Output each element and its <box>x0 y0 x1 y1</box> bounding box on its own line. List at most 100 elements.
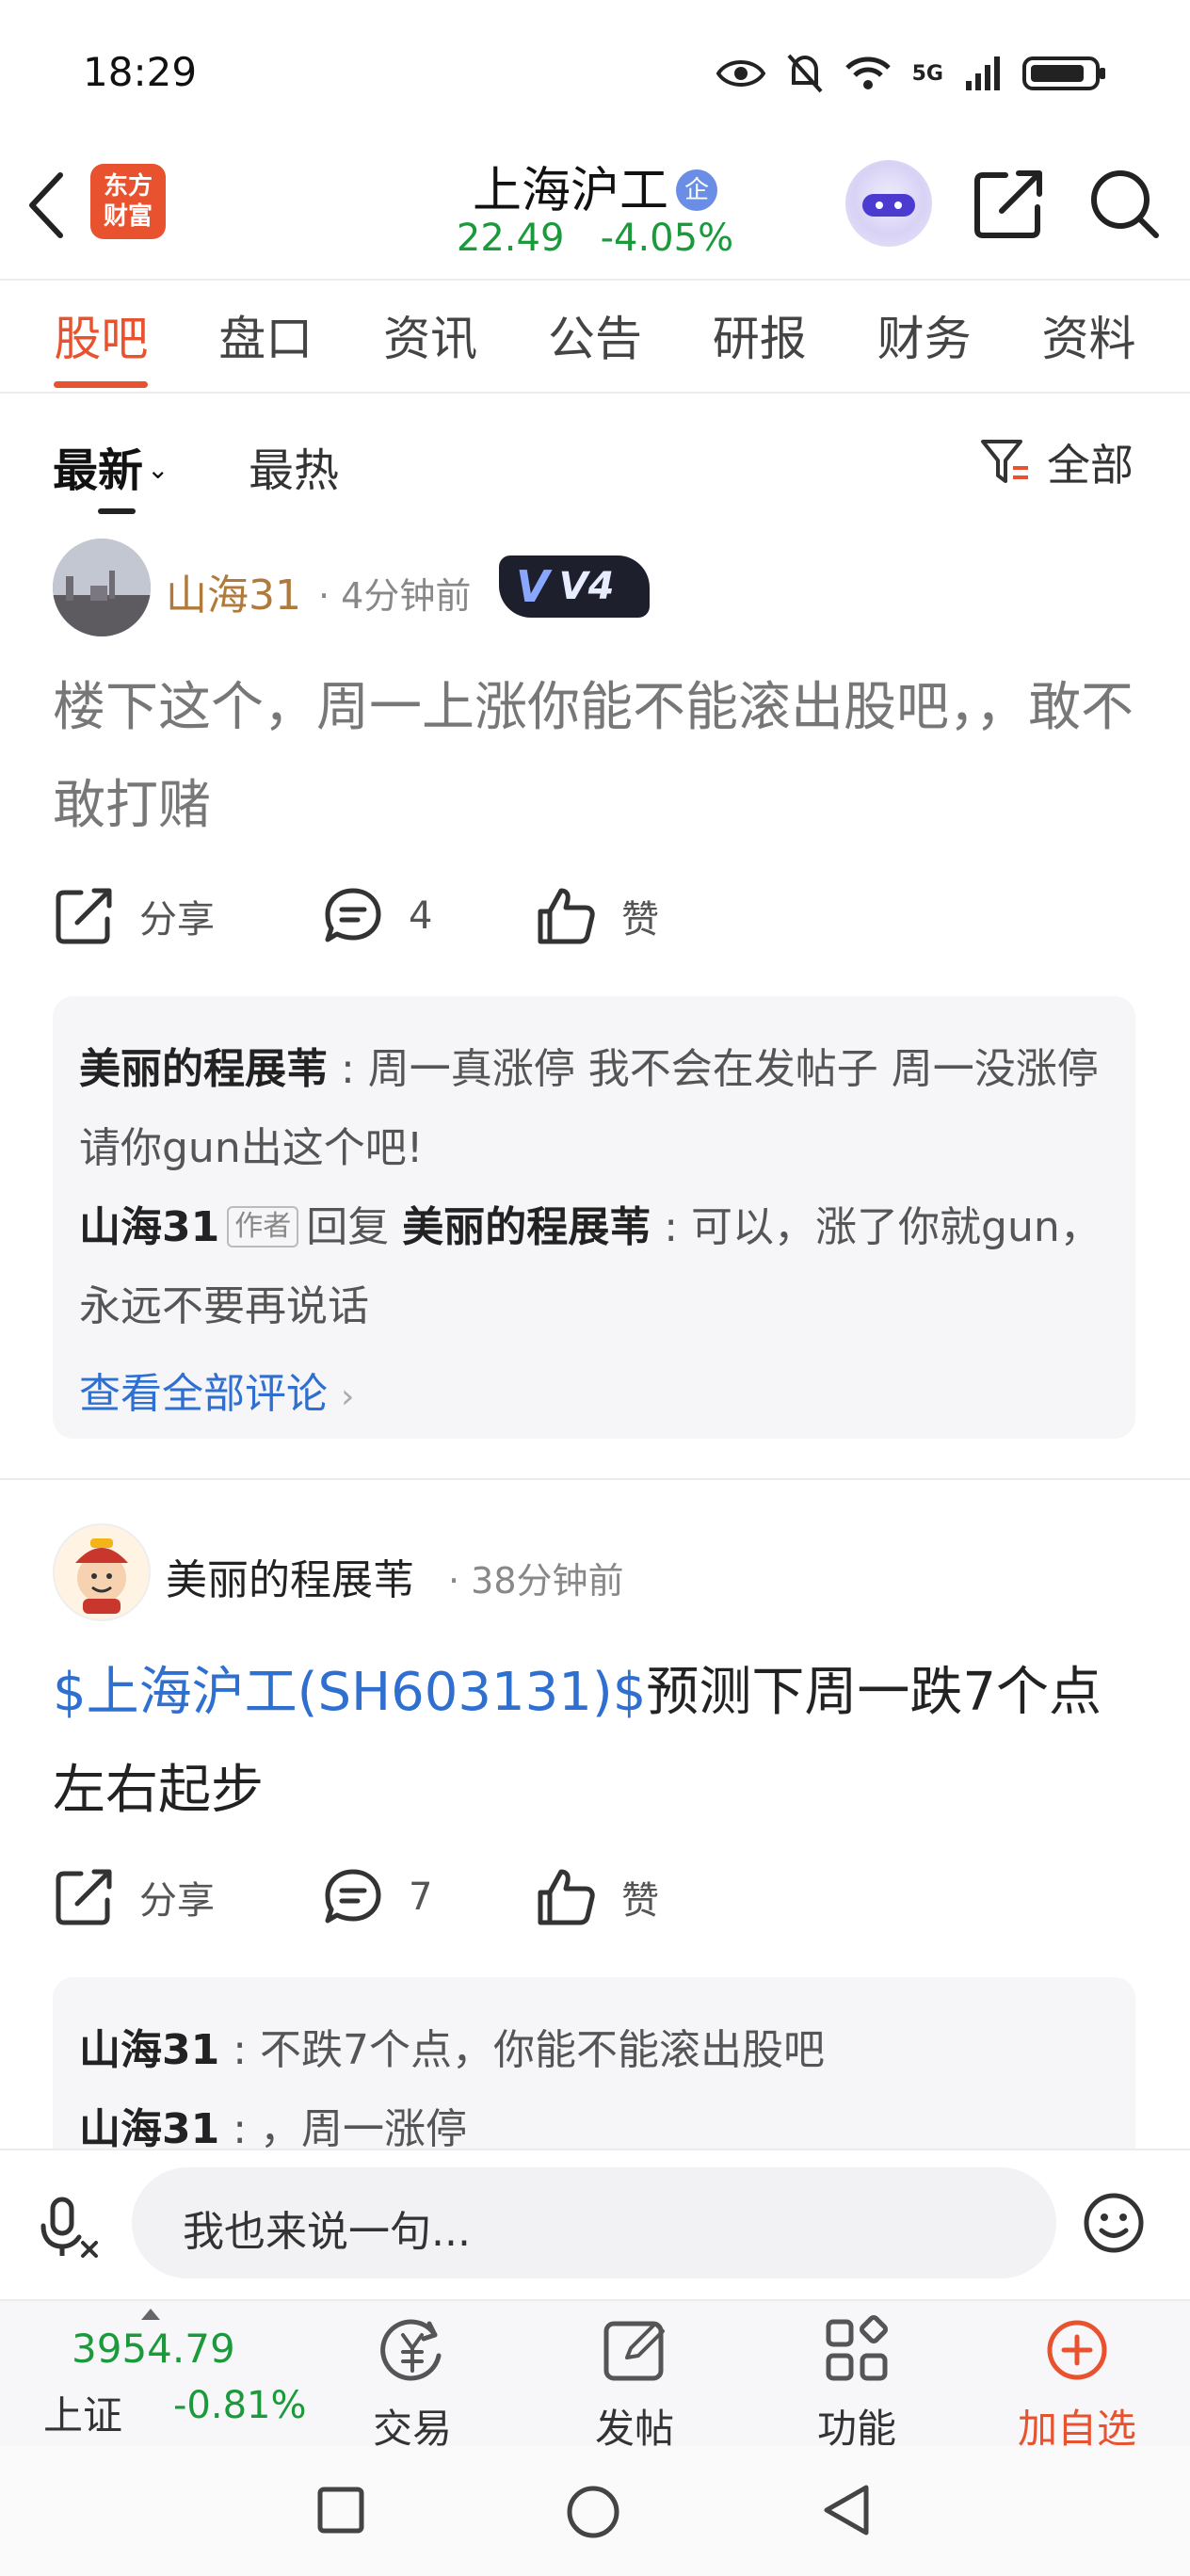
comment-preview: 美丽的程展苇 : 周一真涨停 我不会在发帖子 周一没涨停 请你gun出这个吧! … <box>53 996 1135 1439</box>
comment-action[interactable]: 4 <box>322 885 535 947</box>
microphone-icon <box>40 2197 98 2258</box>
search-icon <box>1091 170 1159 238</box>
triangle-back-icon <box>824 2485 869 2536</box>
bell-muted-icon <box>787 54 823 93</box>
comment-separator: : <box>219 2105 261 2153</box>
reply-target[interactable]: 美丽的程展苇 <box>402 1203 651 1251</box>
post-body[interactable]: 楼下这个，周一上涨你能不能滚出股吧，，敢不敢打赌 <box>53 659 1135 855</box>
comment-author[interactable]: 美丽的程展苇 <box>79 1045 328 1093</box>
comment-separator: : <box>651 1203 692 1251</box>
avatar[interactable] <box>53 539 151 636</box>
avatar[interactable] <box>53 1523 151 1621</box>
subtab-indicator <box>98 508 136 514</box>
section-tabs: 股吧 盘口 资讯 公告 研报 财务 资料 <box>0 301 1190 388</box>
comment-text: 不跌7个点，你能不能滚出股吧 <box>260 2026 826 2074</box>
verified-badge: 企 <box>676 169 717 211</box>
home-button[interactable] <box>565 2484 621 2544</box>
trade-icon <box>380 2319 442 2381</box>
comment-author[interactable]: 山海31 <box>79 2105 219 2153</box>
tab-finance[interactable]: 财务 <box>877 301 972 388</box>
battery-icon <box>1022 56 1105 90</box>
status-time: 18:29 <box>83 49 198 95</box>
comment-action[interactable]: 7 <box>322 1866 535 1928</box>
like-action[interactable]: 赞 <box>535 1866 659 1928</box>
nav-add-watchlist[interactable]: 加自选 <box>1002 2312 1152 2455</box>
comment-author[interactable]: 山海31 <box>79 1203 219 1251</box>
eye-icon <box>716 60 765 87</box>
comment-author[interactable]: 山海31 <box>79 2026 219 2074</box>
stock-ticker-link[interactable]: $上海沪工(SH603131)$ <box>53 1662 646 1723</box>
avatar-photo <box>53 539 151 636</box>
nav-post[interactable]: 发帖 <box>559 2312 710 2455</box>
level-badge: V V4 <box>499 555 650 618</box>
avatar-cartoon <box>75 1538 128 1614</box>
comment-icon <box>325 888 381 942</box>
post-time: · 4分钟前 <box>318 575 472 617</box>
index-value[interactable]: 3954.79 <box>72 2326 235 2372</box>
comment-text: ，周一涨停 <box>260 2105 468 2153</box>
divider <box>0 279 1190 281</box>
stock-change: -4.05% <box>600 217 734 260</box>
tab-news[interactable]: 资讯 <box>383 301 477 388</box>
add-circle-icon <box>1047 2320 1107 2380</box>
share-action[interactable]: 分享 <box>53 885 322 947</box>
system-back-button[interactable] <box>819 2482 876 2542</box>
tab-profile[interactable]: 资料 <box>1041 301 1135 388</box>
index-change[interactable]: -0.81% <box>173 2384 307 2427</box>
compose-icon <box>603 2321 665 2381</box>
circle-icon <box>567 2486 619 2538</box>
subtab-hot[interactable]: 最热 <box>249 433 339 499</box>
reply-word: 回复 <box>306 1203 390 1251</box>
comment-line[interactable]: 山海31 作者 回复 美丽的程展苇 : 可以，涨了你就gun，永远不要再说话 <box>79 1188 1109 1346</box>
nav-trade[interactable]: 交易 <box>337 2312 488 2455</box>
comment-count: 7 <box>409 1876 433 1919</box>
tab-announcements[interactable]: 公告 <box>548 301 642 388</box>
comment-separator: : <box>219 2026 261 2074</box>
comment-separator: : <box>328 1045 368 1093</box>
status-icons: 5G <box>716 53 1107 94</box>
tab-guba[interactable]: 股吧 <box>54 301 149 388</box>
post-actions: 分享 7 赞 <box>53 1866 1135 1928</box>
comment-line[interactable]: 山海31 : 不跌7个点，你能不能滚出股吧 <box>79 2011 1109 2090</box>
comment-icon <box>325 1869 381 1924</box>
ai-assistant-avatar[interactable] <box>845 160 932 247</box>
thumbs-up-icon <box>538 888 595 944</box>
divider <box>0 1478 1190 1480</box>
share-button[interactable] <box>972 166 1047 245</box>
post-author[interactable]: 山海31 <box>166 561 301 621</box>
search-button[interactable] <box>1086 166 1162 245</box>
like-action[interactable]: 赞 <box>535 885 659 947</box>
subtab-latest-label: 最新 <box>53 444 144 497</box>
view-all-label: 查看全部评论 <box>79 1370 328 1418</box>
comment-count: 4 <box>409 894 433 938</box>
filter-button[interactable]: 全部 <box>979 431 1134 493</box>
stock-name: 上海沪工 <box>472 163 668 219</box>
tab-research[interactable]: 研报 <box>713 301 807 388</box>
reply-input[interactable]: 我也来说一句... <box>132 2167 1056 2278</box>
post-author[interactable]: 美丽的程展苇 <box>166 1546 414 1606</box>
voice-input-button[interactable] <box>38 2194 104 2263</box>
thumbs-up-icon <box>538 1869 595 1925</box>
comment-line[interactable]: 美丽的程展苇 : 周一真涨停 我不会在发帖子 周一没涨停 请你gun出这个吧! <box>79 1030 1109 1188</box>
emoji-button[interactable] <box>1081 2190 1147 2260</box>
author-tag: 作者 <box>227 1206 299 1248</box>
index-name[interactable]: 上证 <box>43 2384 122 2441</box>
signal-icon <box>966 56 1000 90</box>
chevron-right-icon: › <box>341 1377 355 1416</box>
wifi-icon <box>844 56 891 89</box>
share-icon <box>56 888 112 944</box>
like-label: 赞 <box>621 898 659 942</box>
tab-pankou[interactable]: 盘口 <box>218 301 313 388</box>
post-actions: 分享 4 赞 <box>53 885 1135 947</box>
view-all-comments-link[interactable]: 查看全部评论 › <box>79 1360 1109 1420</box>
nav-functions[interactable]: 功能 <box>781 2312 932 2455</box>
share-label: 分享 <box>139 1879 215 1923</box>
chevron-down-icon: ⌄ <box>147 454 169 485</box>
share-icon <box>974 170 1042 238</box>
grid-icon <box>826 2315 888 2381</box>
post-time: · 38分钟前 <box>448 1560 624 1602</box>
recents-button[interactable] <box>316 2486 365 2538</box>
subtab-latest[interactable]: 最新 ⌄ <box>53 433 169 499</box>
share-action[interactable]: 分享 <box>53 1866 322 1928</box>
post-body[interactable]: $上海沪工(SH603131)$预测下周一跌7个点左右起步 <box>53 1644 1135 1840</box>
